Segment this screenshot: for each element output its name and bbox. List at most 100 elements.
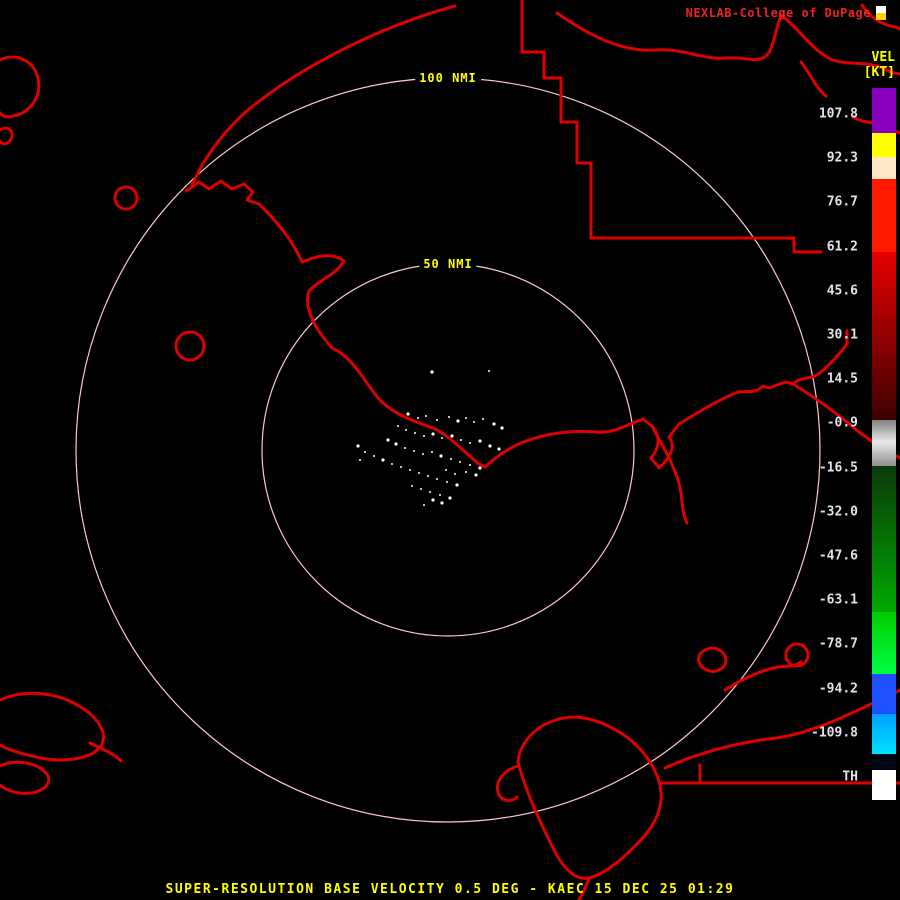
lake-small-midwest <box>174 330 206 362</box>
colorbar-units-line1: VEL <box>871 50 895 65</box>
colorbar-label: 92.3 <box>826 150 858 166</box>
blob-top-left <box>0 55 41 119</box>
echo-dot <box>420 488 422 490</box>
blob-bottom-left-small <box>0 760 51 795</box>
echo-dot <box>488 444 492 448</box>
colorbar-label: 107.8 <box>818 106 858 122</box>
velocity-echoes <box>356 370 504 506</box>
echo-dot <box>436 478 438 480</box>
colorbar-segment <box>872 179 896 252</box>
echo-dot <box>373 455 375 457</box>
echo-dot <box>478 439 482 443</box>
lake-bottom-right <box>516 715 663 880</box>
echo-dot <box>500 426 504 430</box>
colorbar-label: 76.7 <box>826 194 858 210</box>
echo-dot <box>469 442 471 444</box>
echo-dot <box>394 442 398 446</box>
echo-dot <box>356 444 360 448</box>
echo-dot <box>440 501 444 505</box>
station-logo-icon <box>876 6 886 20</box>
echo-dot <box>497 447 501 451</box>
colorbar-label: -0.9 <box>826 415 858 431</box>
product-caption: SUPER-RESOLUTION BASE VELOCITY 0.5 DEG -… <box>165 882 735 897</box>
colorbar-segment <box>872 133 896 157</box>
coastline-top-arc <box>189 4 457 190</box>
echo-dot <box>414 432 416 434</box>
page-title: NEXLAB-College of DuPage <box>685 6 871 20</box>
echo-dot <box>425 415 427 417</box>
colorbar-segment <box>872 674 896 714</box>
colorbar-title: VEL [KT] <box>864 50 895 80</box>
echo-dot <box>422 453 424 455</box>
lake-hook <box>495 764 520 802</box>
colorbar-segment <box>872 420 896 442</box>
echo-dot <box>439 494 441 496</box>
echo-dot <box>439 454 443 458</box>
echo-dot <box>411 485 413 487</box>
echo-dot <box>427 475 429 477</box>
radar-display: 100 NMI 50 NMI NEXLAB-College of DuPage V… <box>0 0 900 900</box>
lake-small-west <box>113 185 139 211</box>
echo-dot <box>391 463 393 465</box>
station-title: NEXLAB-College of DuPage <box>686 6 886 20</box>
echo-dot <box>359 459 361 461</box>
pond-bottom-right <box>697 646 728 673</box>
colorbar-segment <box>872 714 896 754</box>
map-outlines <box>0 0 900 900</box>
river-bottom-right <box>663 688 900 770</box>
echo-dot <box>423 435 425 437</box>
echo-dot <box>417 417 419 419</box>
coastline-main <box>330 329 849 470</box>
colorbar-segment <box>872 466 896 612</box>
echo-dot <box>430 370 434 374</box>
boundary-steps-northeast <box>520 0 823 254</box>
colorbar-segment <box>872 770 896 800</box>
colorbar-label: -16.5 <box>818 460 858 476</box>
colorbar-label: -63.1 <box>818 592 858 608</box>
colorbar-label: -94.2 <box>818 681 858 697</box>
echo-dot <box>386 438 390 442</box>
river-branch <box>799 60 828 98</box>
echo-dot <box>409 469 411 471</box>
colorbar-segment <box>872 88 896 133</box>
colorbar-label: -47.6 <box>818 548 858 564</box>
echo-dot <box>488 370 490 372</box>
colorbar-segment <box>872 754 896 770</box>
echo-dot <box>478 466 482 470</box>
echo-dot <box>469 464 471 466</box>
colorbar-label: TH <box>842 769 858 785</box>
range-ring-label: 50 NMI <box>419 257 477 271</box>
colorbar-label: -109.8 <box>811 725 858 741</box>
echo-dot <box>459 461 461 463</box>
echo-dot <box>456 419 460 423</box>
colorbar-segment <box>872 252 896 420</box>
echo-dot <box>423 504 425 506</box>
colorbar-segment <box>872 157 896 179</box>
colorbar-units-line2: [KT] <box>863 65 895 80</box>
echo-dot <box>381 458 385 462</box>
boundary-bottom-right <box>659 763 900 785</box>
colorbar-label: 45.6 <box>826 283 858 299</box>
echo-dot <box>465 471 467 473</box>
echo-dot <box>397 425 399 427</box>
echo-dot <box>465 417 467 419</box>
echo-dot <box>474 473 478 477</box>
echo-dot <box>418 472 420 474</box>
echo-dot <box>473 421 475 423</box>
range-ring-label: 100 NMI <box>415 71 481 85</box>
colorbar-gradient <box>872 88 896 800</box>
echo-dot <box>446 481 448 483</box>
echo-dot <box>413 450 415 452</box>
echo-dot <box>431 451 433 453</box>
colorbar-segment <box>872 442 896 466</box>
echo-dot <box>445 469 447 471</box>
echo-dot <box>492 422 496 426</box>
colorbar-label: -32.0 <box>818 504 858 520</box>
echo-dot <box>404 447 406 449</box>
coastline-islands <box>184 179 261 206</box>
echo-dot <box>429 491 431 493</box>
echo-dot <box>405 429 407 431</box>
echo-dot <box>482 418 484 420</box>
colorbar-label: -78.7 <box>818 636 858 652</box>
echo-dot <box>460 439 462 441</box>
